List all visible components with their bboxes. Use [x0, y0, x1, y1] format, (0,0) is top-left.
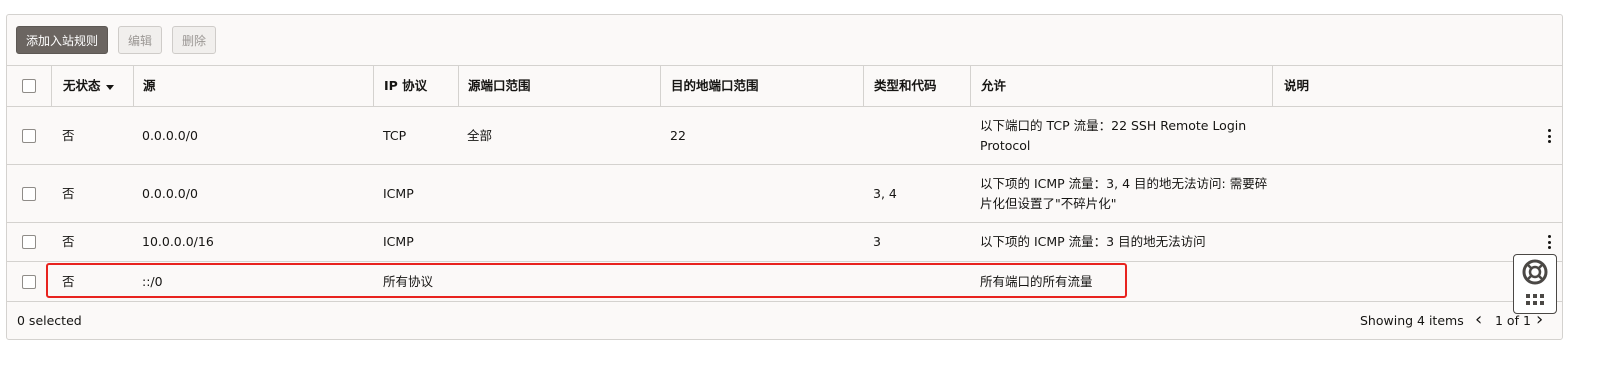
- toolbar: 添加入站规则 编辑 删除: [16, 26, 217, 54]
- cell-dest-ports: 22: [660, 107, 863, 164]
- row-select-cell: [7, 223, 51, 261]
- cell-source-value: 10.0.0.0/16: [142, 234, 214, 249]
- cell-dest-ports-value: 22: [670, 127, 686, 143]
- cell-dest-ports: [660, 262, 863, 301]
- cell-protocol: 所有协议: [373, 262, 458, 301]
- cell-source-value: 0.0.0.0/0: [142, 127, 198, 143]
- cell-allows: 以下项的 ICMP 流量：3, 4 目的地无法访问: 需要碎片化但设置了"不碎片…: [970, 165, 1270, 222]
- column-header-description: 说明: [1272, 66, 1562, 106]
- selected-count: 0 selected: [17, 313, 82, 328]
- add-ingress-rule-button[interactable]: 添加入站规则: [16, 26, 109, 54]
- cell-source-value: 0.0.0.0/0: [142, 185, 198, 201]
- cell-allows-value: 所有端口的所有流量: [980, 273, 1093, 289]
- delete-button[interactable]: 删除: [172, 26, 217, 54]
- column-header-source-ports: 源端口范围: [458, 66, 660, 106]
- column-header-stateless-label: 无状态: [63, 78, 101, 93]
- cell-stateless: 否: [51, 165, 133, 222]
- column-header-description-label: 说明: [1284, 78, 1310, 93]
- cell-allows: 以下端口的 TCP 流量：22 SSH Remote Login Protoco…: [970, 107, 1270, 164]
- header-select-all-cell: [7, 66, 51, 106]
- column-header-source-label: 源: [143, 78, 156, 93]
- table-row: 否 0.0.0.0/0 ICMP 3, 4 以下项的 ICMP 流量：3, 4 …: [7, 164, 1562, 222]
- cell-stateless: 否: [51, 223, 133, 261]
- cell-source-ports: 全部: [458, 107, 660, 164]
- table-header-row: 无状态 源 IP 协议 源端口范围 目的地端口范围 类型和代码 允许 说明: [7, 65, 1562, 106]
- cell-allows-value: 以下项的 ICMP 流量：3 目的地无法访问: [980, 234, 1206, 249]
- column-header-protocol-label: IP 协议: [384, 78, 428, 93]
- row-select-cell: [7, 107, 51, 164]
- column-header-type-code: 类型和代码: [863, 66, 970, 106]
- cell-type-code: 3, 4: [863, 165, 970, 222]
- lifebuoy-icon: [1522, 259, 1548, 305]
- help-widget[interactable]: [1513, 254, 1557, 314]
- cell-allows: 所有端口的所有流量: [970, 262, 1270, 301]
- cell-source-ports: [458, 262, 660, 301]
- showing-items-text: Showing 4 items: [1360, 313, 1464, 328]
- column-header-source: 源: [133, 66, 373, 106]
- table-footer: 0 selected Showing 4 items ‹ 1 of 1 ›: [7, 301, 1562, 339]
- row-checkbox[interactable]: [22, 128, 36, 143]
- cell-stateless-value: 否: [62, 234, 75, 249]
- cell-source: 10.0.0.0/16: [133, 223, 373, 261]
- cell-stateless-value: 否: [62, 127, 75, 143]
- column-header-protocol: IP 协议: [373, 66, 458, 106]
- cell-dest-ports: [660, 223, 863, 261]
- column-header-allows: 允许: [970, 66, 1272, 106]
- cell-type-code: [863, 262, 970, 301]
- cell-stateless: 否: [51, 107, 133, 164]
- column-header-source-ports-label: 源端口范围: [468, 78, 531, 93]
- cell-allows: 以下项的 ICMP 流量：3 目的地无法访问: [970, 223, 1270, 261]
- column-header-allows-label: 允许: [981, 78, 1007, 93]
- cell-protocol-value: ICMP: [383, 185, 414, 201]
- row-actions-kebab-icon[interactable]: [1548, 129, 1552, 145]
- row-checkbox[interactable]: [22, 235, 36, 249]
- cell-allows-value: 以下项的 ICMP 流量：3, 4 目的地无法访问: 需要碎片化但设置了"不碎片…: [980, 175, 1268, 211]
- row-checkbox[interactable]: [22, 274, 36, 289]
- cell-stateless: 否: [51, 262, 133, 301]
- row-select-cell: [7, 262, 51, 301]
- column-header-stateless[interactable]: 无状态: [51, 66, 133, 106]
- cell-protocol: ICMP: [373, 165, 458, 222]
- cell-protocol: TCP: [373, 107, 458, 164]
- cell-type-code: [863, 107, 970, 164]
- column-header-dest-ports-label: 目的地端口范围: [671, 78, 759, 93]
- cell-source-ports: [458, 223, 660, 261]
- cell-stateless-value: 否: [62, 185, 75, 201]
- cell-allows-value: 以下端口的 TCP 流量：22 SSH Remote Login Protoco…: [980, 117, 1247, 153]
- cell-type-code: 3: [863, 223, 970, 261]
- cell-type-code-value: 3: [873, 234, 881, 249]
- cell-protocol-value: ICMP: [383, 234, 414, 249]
- table-row: 否 ::/0 所有协议 所有端口的所有流量: [7, 261, 1562, 301]
- cell-description: [1272, 165, 1562, 222]
- cell-protocol-value: TCP: [383, 127, 407, 143]
- select-all-checkbox[interactable]: [22, 79, 36, 93]
- cell-description: [1272, 107, 1562, 164]
- cell-source: 0.0.0.0/0: [133, 165, 373, 222]
- security-rules-panel: 添加入站规则 编辑 删除 无状态 源 IP 协议 源端口范围 目的地端口范围 类…: [6, 14, 1563, 340]
- cell-source: ::/0: [133, 262, 373, 301]
- sort-caret-down-icon: [105, 84, 114, 90]
- page-indicator: 1 of 1: [1495, 313, 1531, 328]
- row-select-cell: [7, 165, 51, 222]
- cell-source-value: ::/0: [142, 273, 163, 289]
- edit-button[interactable]: 编辑: [118, 26, 163, 54]
- cell-type-code-value: 3, 4: [873, 185, 897, 201]
- row-checkbox[interactable]: [22, 186, 36, 201]
- cell-stateless-value: 否: [62, 273, 75, 289]
- table-row: 否 10.0.0.0/16 ICMP 3 以下项的 ICMP 流量：3 目的地无…: [7, 222, 1562, 261]
- cell-protocol-value: 所有协议: [383, 273, 434, 289]
- column-header-type-code-label: 类型和代码: [874, 78, 937, 93]
- column-header-dest-ports: 目的地端口范围: [660, 66, 863, 106]
- cell-source-ports-value: 全部: [467, 127, 493, 143]
- cell-protocol: ICMP: [373, 223, 458, 261]
- row-actions-kebab-icon[interactable]: [1548, 235, 1552, 251]
- cell-source: 0.0.0.0/0: [133, 107, 373, 164]
- table-row: 否 0.0.0.0/0 TCP 全部 22 以下端口的 TCP 流量：22 SS…: [7, 106, 1562, 164]
- cell-dest-ports: [660, 165, 863, 222]
- previous-page-chevron-icon[interactable]: ‹: [1475, 309, 1482, 330]
- cell-source-ports: [458, 165, 660, 222]
